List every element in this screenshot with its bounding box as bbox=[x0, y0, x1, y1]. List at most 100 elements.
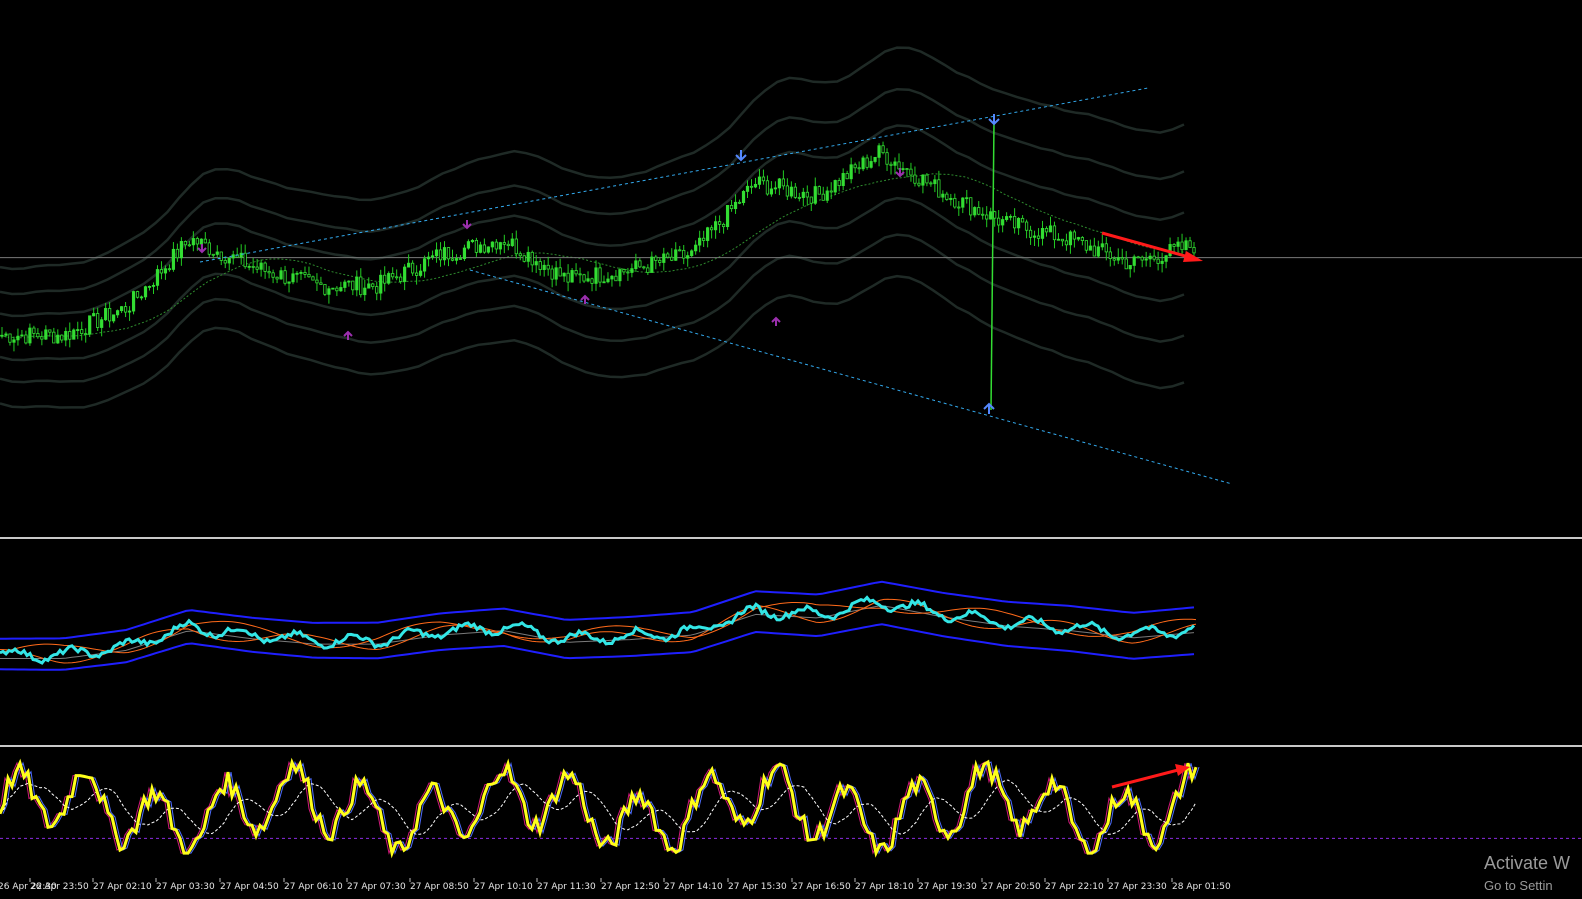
candle-body bbox=[674, 249, 678, 261]
time-axis-label: 27 Apr 20:50 bbox=[982, 882, 1041, 892]
candle-body bbox=[721, 223, 726, 228]
candle-body bbox=[8, 333, 12, 343]
candle-body bbox=[614, 275, 618, 282]
candle-body bbox=[52, 331, 56, 344]
candle-body bbox=[1001, 219, 1005, 226]
candle-body bbox=[638, 260, 642, 268]
candle-body bbox=[116, 310, 120, 316]
trading-chart[interactable]: 26 Apr 22:3026 Apr 23:50 27 Apr 02:10 27 A… bbox=[0, 0, 1582, 899]
candle-body bbox=[311, 276, 315, 281]
candle-body bbox=[717, 221, 722, 225]
candle-body bbox=[80, 329, 84, 334]
candle-body bbox=[28, 327, 32, 344]
candle-body bbox=[64, 331, 68, 341]
candle-body bbox=[917, 182, 921, 186]
candle-body bbox=[323, 284, 327, 295]
candle-body bbox=[1024, 221, 1029, 231]
candle-body bbox=[845, 173, 849, 180]
candle-body bbox=[92, 313, 96, 317]
candle-body bbox=[642, 266, 646, 269]
candle-body bbox=[32, 327, 36, 334]
candle-body bbox=[793, 186, 797, 198]
candle-body bbox=[1184, 240, 1188, 251]
candle-body bbox=[171, 248, 176, 270]
candle-body bbox=[913, 174, 917, 184]
candle-body bbox=[403, 266, 407, 282]
candle-body bbox=[789, 186, 793, 197]
candle-body bbox=[203, 238, 207, 244]
candle-body bbox=[706, 227, 710, 241]
candle-body bbox=[1172, 244, 1176, 247]
candle-body bbox=[490, 241, 494, 248]
candle-body bbox=[223, 260, 227, 264]
candle-body bbox=[869, 161, 873, 168]
candle-body bbox=[259, 262, 263, 270]
candle-body bbox=[48, 329, 52, 333]
candle-body bbox=[797, 196, 801, 199]
candle-body bbox=[1108, 251, 1112, 260]
candle-body bbox=[853, 164, 857, 169]
candle-body bbox=[1009, 215, 1013, 218]
candle-body bbox=[989, 211, 993, 220]
candle-body bbox=[167, 268, 172, 271]
candle-body bbox=[1176, 241, 1180, 247]
candle-body bbox=[434, 249, 439, 257]
candle-body bbox=[391, 273, 395, 278]
candle-body bbox=[949, 197, 953, 200]
time-axis-label: 28 Apr 01:50 bbox=[1172, 882, 1231, 892]
candle-body bbox=[347, 280, 351, 283]
candle-body bbox=[773, 187, 778, 190]
candle-body bbox=[662, 253, 666, 263]
candle-body bbox=[745, 185, 750, 192]
candle-body bbox=[646, 267, 650, 273]
candle-body bbox=[957, 206, 961, 209]
time-axis-label: 27 Apr 18:10 bbox=[855, 882, 914, 892]
candle-body bbox=[538, 261, 542, 270]
candle-body bbox=[279, 270, 283, 280]
candle-body bbox=[1072, 231, 1077, 240]
time-axis-label: 27 Apr 14:10 bbox=[664, 882, 723, 892]
candle-body bbox=[418, 270, 423, 276]
candle-body bbox=[96, 313, 100, 328]
candle-body bbox=[1132, 256, 1136, 266]
candle-body bbox=[195, 238, 199, 245]
candle-body bbox=[1020, 217, 1025, 223]
candle-body bbox=[1136, 256, 1140, 259]
candle-body bbox=[147, 286, 152, 288]
candle-body bbox=[474, 239, 479, 253]
candle-body bbox=[929, 182, 933, 185]
candle-body bbox=[271, 272, 275, 278]
candle-body bbox=[299, 272, 303, 274]
candle-body bbox=[893, 161, 897, 166]
candle-body bbox=[534, 261, 538, 266]
candle-body bbox=[175, 248, 180, 259]
candle-body bbox=[123, 306, 128, 313]
candle-body bbox=[622, 269, 626, 273]
candle-body bbox=[1100, 243, 1104, 248]
candle-body bbox=[1056, 238, 1061, 241]
candle-body bbox=[877, 145, 881, 158]
candle-body bbox=[562, 272, 566, 277]
candle-body bbox=[1096, 246, 1100, 257]
candle-body bbox=[40, 336, 44, 340]
candle-body bbox=[821, 193, 825, 201]
candle-body bbox=[446, 247, 451, 260]
candle-body bbox=[155, 269, 160, 286]
candle-body bbox=[1016, 217, 1021, 229]
candle-body bbox=[12, 339, 16, 343]
time-axis-label: 26 Apr 23:50 bbox=[30, 882, 89, 892]
candle-body bbox=[566, 272, 570, 283]
candle-body bbox=[993, 211, 997, 219]
candle-body bbox=[865, 157, 869, 168]
candle-body bbox=[506, 243, 510, 247]
candle-body bbox=[315, 279, 319, 284]
candle-body bbox=[243, 252, 247, 268]
candle-body bbox=[909, 168, 913, 176]
candle-body bbox=[1044, 228, 1049, 233]
candle-body bbox=[761, 176, 766, 182]
candle-body bbox=[1052, 225, 1057, 241]
candle-body bbox=[805, 191, 809, 198]
candle-body bbox=[1112, 258, 1116, 261]
candle-body bbox=[291, 273, 295, 283]
candle-body bbox=[650, 256, 654, 273]
